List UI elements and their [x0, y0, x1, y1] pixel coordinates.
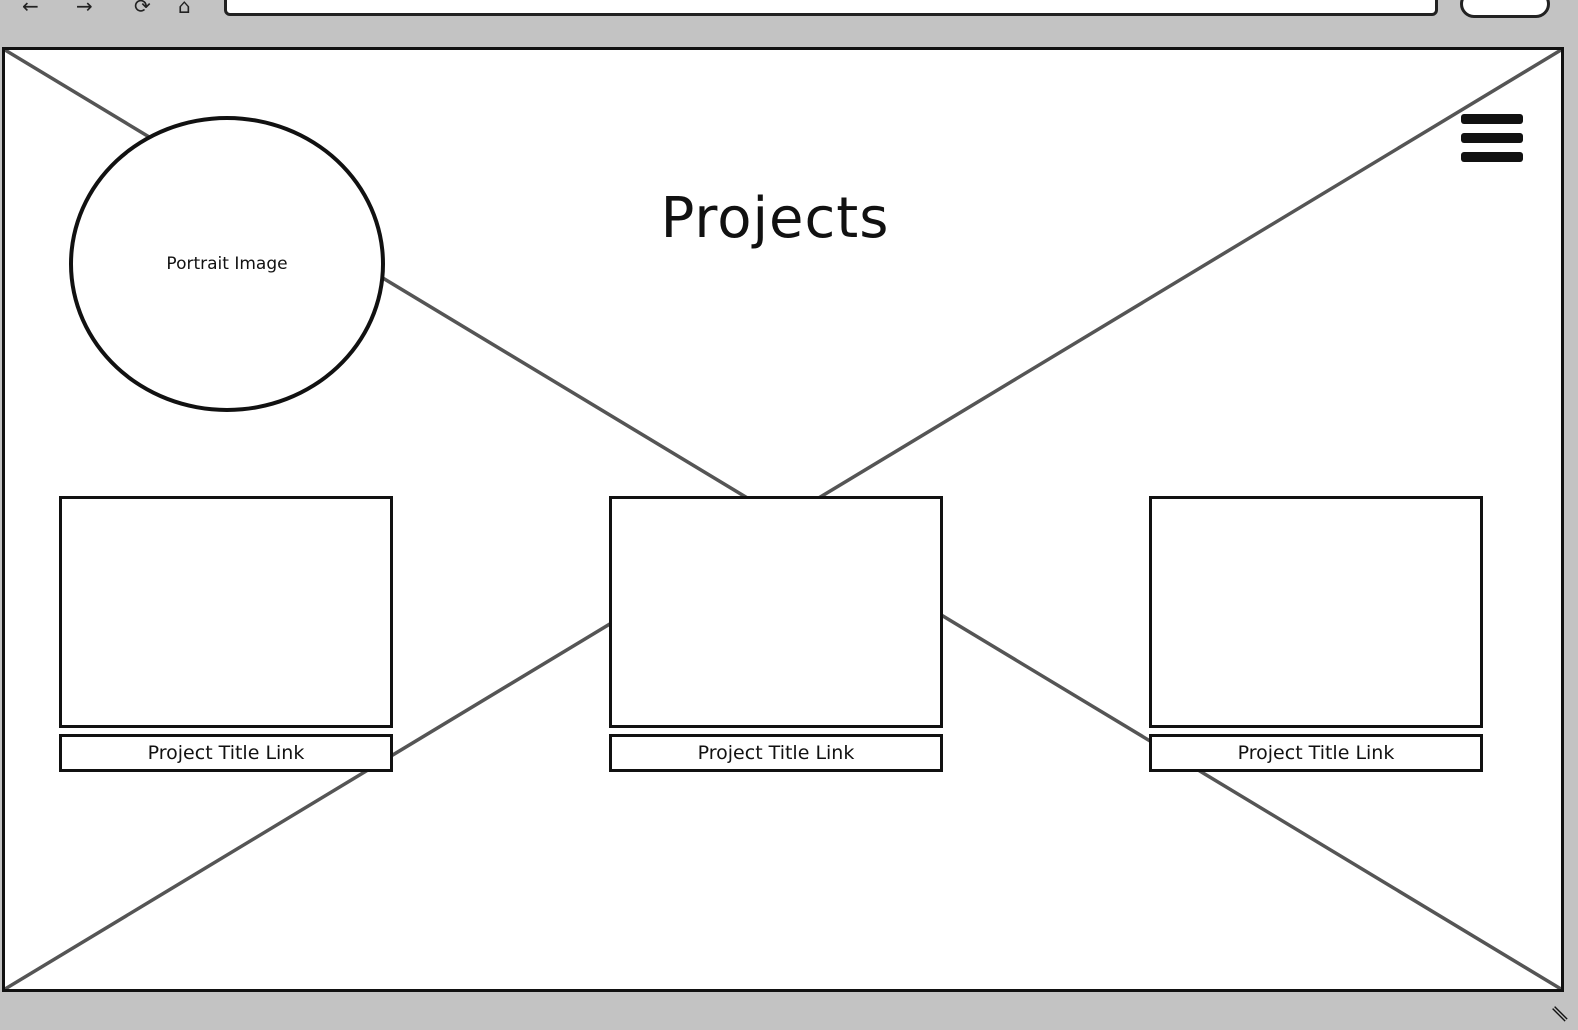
- portrait-image-label: Portrait Image: [166, 254, 288, 274]
- project-card-2: Project Title Link: [609, 496, 943, 772]
- hamburger-menu-icon[interactable]: [1461, 110, 1525, 166]
- refresh-icon[interactable]: ⟳: [134, 0, 151, 18]
- hamburger-menu-bar: [1461, 114, 1523, 124]
- hamburger-menu-bar: [1461, 133, 1523, 143]
- address-bar[interactable]: [224, 0, 1438, 16]
- home-icon[interactable]: ⌂: [178, 0, 191, 18]
- portrait-image: Portrait Image: [69, 116, 385, 412]
- project-thumbnail[interactable]: [1149, 496, 1483, 728]
- project-title-link[interactable]: Project Title Link: [1149, 734, 1483, 772]
- browser-toolbar: ← → ⟳ ⌂: [0, 0, 1578, 46]
- back-arrow-icon[interactable]: ←: [22, 0, 39, 18]
- page-viewport: Portrait Image Projects Project Title Li…: [2, 47, 1564, 992]
- project-title-link[interactable]: Project Title Link: [59, 734, 393, 772]
- project-title-link[interactable]: Project Title Link: [609, 734, 943, 772]
- browser-window: ← → ⟳ ⌂ Portrait Image Projects Project …: [0, 0, 1578, 1030]
- project-card-3: Project Title Link: [1149, 496, 1483, 772]
- page-title: Projects: [660, 186, 890, 251]
- project-thumbnail[interactable]: [609, 496, 943, 728]
- window-resize-grip-icon[interactable]: ∥: [1549, 1003, 1570, 1024]
- project-card-1: Project Title Link: [59, 496, 393, 772]
- hamburger-menu-bar: [1461, 152, 1523, 162]
- browser-search-field[interactable]: [1460, 0, 1550, 18]
- project-thumbnail[interactable]: [59, 496, 393, 728]
- forward-arrow-icon[interactable]: →: [76, 0, 93, 18]
